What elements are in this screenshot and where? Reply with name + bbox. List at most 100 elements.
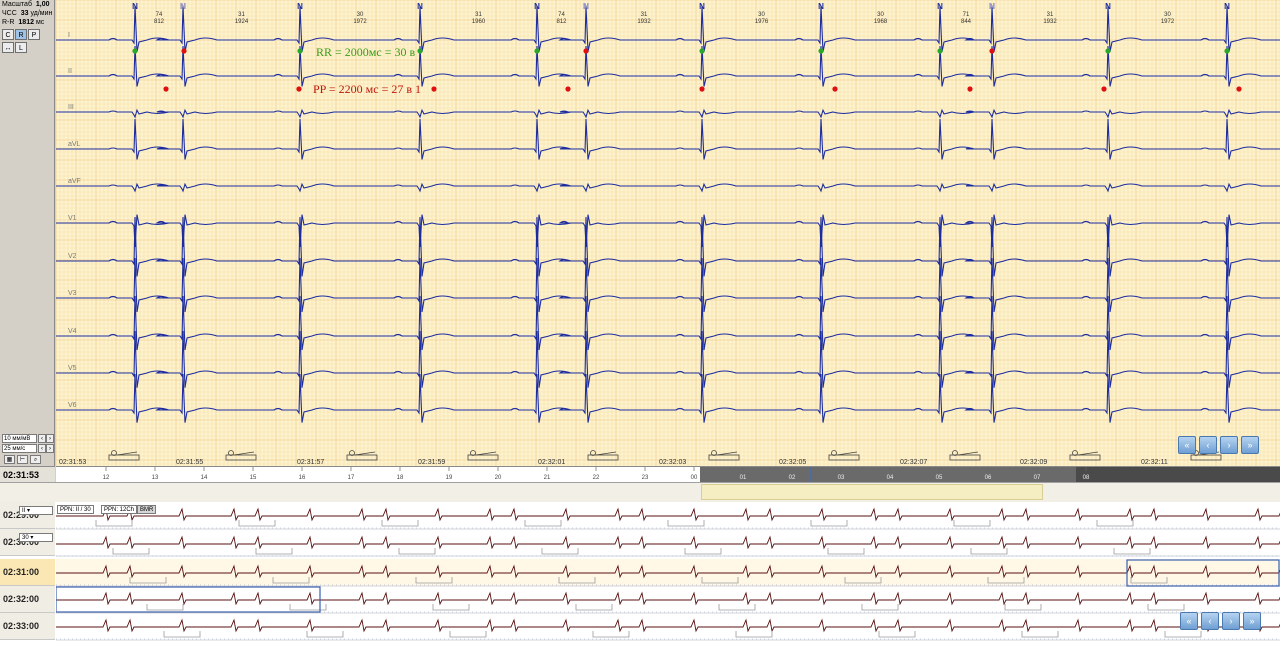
- p-wave-marker[interactable]: [565, 86, 571, 92]
- ruler-number: 14: [201, 475, 208, 481]
- right-icon[interactable]: ›: [1222, 612, 1240, 630]
- time-mark: 02:32:05: [779, 459, 806, 466]
- r-wave-marker[interactable]: [699, 48, 705, 54]
- double-right-icon[interactable]: »: [1243, 612, 1261, 630]
- ppn-12ch-button[interactable]: PPN: 12Ch: [101, 505, 138, 514]
- p-wave-marker[interactable]: [832, 86, 838, 92]
- rr-row: R-R 1812 мс: [0, 18, 54, 27]
- speed-increase-icon[interactable]: ›: [46, 444, 54, 453]
- beat-type-label[interactable]: N: [818, 2, 824, 11]
- beat-type-label[interactable]: N: [699, 2, 705, 11]
- lead-label: I: [68, 32, 70, 39]
- measure-icon[interactable]: ↔: [2, 42, 14, 53]
- hr-unit: уд/мин: [30, 10, 53, 17]
- ruler-number: 01: [740, 475, 747, 481]
- double-left-icon[interactable]: «: [1178, 436, 1196, 454]
- beat-type-label[interactable]: N: [132, 2, 138, 11]
- ruler-number: 04: [887, 475, 894, 481]
- speed-select[interactable]: 25 мм/с: [2, 444, 37, 453]
- speed-decrease-icon[interactable]: ‹: [38, 444, 46, 453]
- r-wave-marker[interactable]: [534, 48, 540, 54]
- lead-label: V4: [68, 328, 77, 335]
- ruler-number: 08: [1083, 475, 1090, 481]
- r-wave-marker[interactable]: [937, 48, 943, 54]
- beat-type-label[interactable]: N: [1105, 2, 1111, 11]
- beat-type-label[interactable]: N: [297, 2, 303, 11]
- pause-bracket: [146, 604, 184, 611]
- scale-value: 1,00: [35, 1, 50, 8]
- amplitude-select[interactable]: 10 мм/мВ: [2, 434, 37, 443]
- r-marker-button[interactable]: R: [15, 29, 27, 40]
- bmr-button[interactable]: BMR: [137, 505, 157, 514]
- p-wave-marker[interactable]: [1236, 86, 1242, 92]
- p-wave-marker[interactable]: [699, 86, 705, 92]
- ruler-number: 13: [152, 475, 159, 481]
- beat-rate-label: 74: [558, 12, 565, 18]
- trend-selection-box[interactable]: [56, 586, 321, 613]
- p-wave-marker[interactable]: [583, 48, 589, 54]
- zoom-icon[interactable]: ⌕: [30, 455, 41, 464]
- pause-bracket: [398, 548, 436, 555]
- right-icon[interactable]: ›: [1220, 436, 1238, 454]
- c-marker-button[interactable]: C: [2, 29, 14, 40]
- overview-strip[interactable]: [0, 482, 1280, 502]
- pause-bracket: [541, 548, 579, 555]
- trend-trace[interactable]: [56, 591, 1280, 606]
- pause-bracket: [95, 520, 133, 527]
- trend-row-time[interactable]: 02:32:00: [0, 586, 55, 613]
- grid-toggle-icon[interactable]: ▦: [4, 455, 15, 464]
- pause-bracket: [1164, 631, 1202, 638]
- rr-unit: мс: [35, 19, 45, 26]
- trend-trace[interactable]: [56, 618, 1280, 633]
- ruler-number: 19: [446, 475, 453, 481]
- double-right-icon[interactable]: »: [1241, 436, 1259, 454]
- r-wave-marker[interactable]: [1224, 48, 1230, 54]
- p-marker-button[interactable]: P: [28, 29, 40, 40]
- trend-row-time[interactable]: 02:33:00: [0, 613, 55, 640]
- lead-label: aVL: [68, 141, 81, 148]
- lead-label: V3: [68, 290, 77, 297]
- time-ruler[interactable]: 12 13 14 15 16 17 18 19 20 21 22 23 00 01 02 03 04 05 06 07…: [56, 466, 1280, 483]
- lead-select[interactable]: II ▾: [19, 506, 53, 515]
- measure-tool-icon[interactable]: ⊢: [17, 455, 28, 464]
- r-wave-marker[interactable]: [1105, 48, 1111, 54]
- amplitude-decrease-icon[interactable]: ‹: [38, 434, 46, 443]
- lead-label: V5: [68, 365, 77, 372]
- p-wave-marker[interactable]: [163, 86, 169, 92]
- time-mark: 02:32:11: [1141, 459, 1168, 466]
- beat-type-label[interactable]: N: [1224, 2, 1230, 11]
- beat-type-label[interactable]: N: [937, 2, 943, 11]
- pause-bracket: [381, 520, 419, 527]
- pause-bracket: [306, 631, 344, 638]
- p-wave-marker[interactable]: [296, 86, 302, 92]
- ppn-lead-button[interactable]: PPN: II / 30: [57, 505, 94, 514]
- amplitude-increase-icon[interactable]: ›: [46, 434, 54, 443]
- r-wave-marker[interactable]: [818, 48, 824, 54]
- trend-row-time-current[interactable]: 02:31:00: [0, 559, 55, 586]
- lock-icon[interactable]: L: [15, 42, 27, 53]
- selection-window[interactable]: [701, 484, 1043, 500]
- pause-bracket: [827, 548, 865, 555]
- p-wave-marker[interactable]: [431, 86, 437, 92]
- p-wave-marker[interactable]: [967, 86, 973, 92]
- p-wave-marker[interactable]: [181, 48, 187, 54]
- beat-rate-label: 71: [963, 12, 970, 18]
- ruler-number: 00: [691, 475, 698, 481]
- beat-type-label[interactable]: N: [417, 2, 423, 11]
- double-left-icon[interactable]: «: [1180, 612, 1198, 630]
- p-wave-marker[interactable]: [989, 48, 995, 54]
- duration-select[interactable]: 30 ▾: [19, 533, 53, 542]
- left-icon[interactable]: ‹: [1201, 612, 1219, 630]
- rr-label: R-R: [2, 19, 15, 26]
- r-wave-marker[interactable]: [132, 48, 138, 54]
- beat-type-label[interactable]: N: [534, 2, 540, 11]
- trend-trace[interactable]: [56, 507, 1280, 522]
- r-wave-marker[interactable]: [297, 48, 303, 54]
- ecg-viewer[interactable]: I II III aVL aVF V1 V2 V3 V4 V5 V6 N N 74 812 N 31 1924 N 3…: [56, 0, 1280, 466]
- p-wave-marker[interactable]: [1101, 86, 1107, 92]
- trend-trace[interactable]: [56, 535, 1280, 550]
- r-wave-marker[interactable]: [417, 48, 423, 54]
- lead-label: aVF: [68, 178, 81, 185]
- hr-label: ЧСС: [2, 10, 17, 17]
- left-icon[interactable]: ‹: [1199, 436, 1217, 454]
